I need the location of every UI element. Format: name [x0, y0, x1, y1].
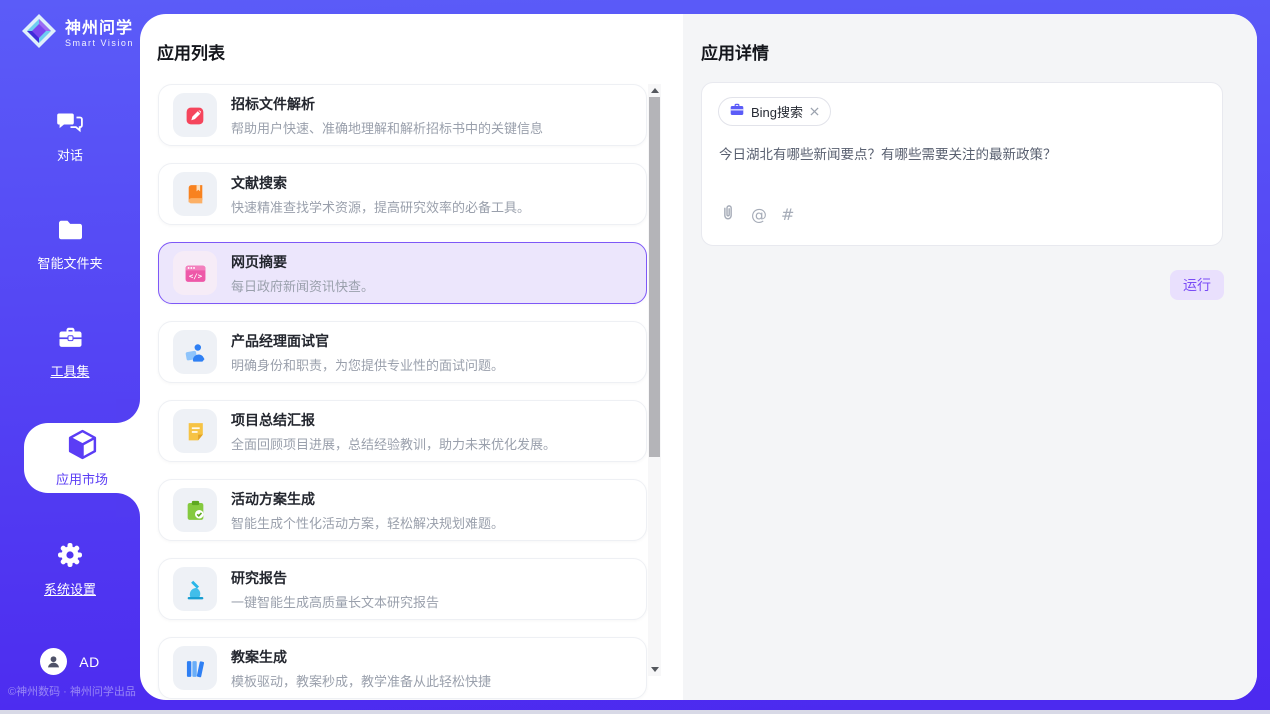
sidebar-item-label: 应用市场 — [56, 469, 108, 488]
app-name: 文献搜索 — [231, 173, 530, 193]
sidebar-item-smart-folder[interactable]: 智能文件夹 — [0, 218, 140, 272]
brand-title: 神州问学 — [65, 20, 134, 38]
gear-icon — [57, 542, 83, 573]
sidebar-item-label: 智能文件夹 — [37, 253, 102, 272]
close-icon[interactable] — [810, 107, 819, 116]
app-detail-panel: 应用详情 Bing搜索 今日湖北有哪些新闻要点？有哪些需要关注的最新政策？ — [683, 14, 1257, 700]
app-description: 模板驱动，教案秒成，教学准备从此轻松快捷 — [231, 671, 491, 690]
attachment-icon[interactable] — [719, 202, 737, 227]
app-name: 研究报告 — [231, 568, 439, 588]
app-list: 招标文件解析 帮助用户快速、准确地理解和解析招标书中的关键信息 文献搜索 快速精… — [158, 84, 647, 699]
app-detail-title: 应用详情 — [701, 39, 769, 64]
app-card[interactable]: 项目总结汇报 全面回顾项目进展，总结经验教训，助力未来优化发展。 — [158, 400, 647, 462]
run-button[interactable]: 运行 — [1170, 270, 1224, 300]
app-card[interactable]: 活动方案生成 智能生成个性化活动方案，轻松解决规划难题。 — [158, 479, 647, 541]
app-description: 每日政府新闻资讯快查。 — [231, 276, 374, 295]
sidebar-item-label: 对话 — [57, 145, 83, 164]
browser-code-icon: </> — [173, 251, 217, 295]
toolbox-icon — [57, 325, 84, 355]
app-name: 教案生成 — [231, 647, 491, 667]
book-icon — [173, 172, 217, 216]
clipboard-check-icon — [173, 488, 217, 532]
sidebar-item-toolset[interactable]: 工具集 — [0, 325, 140, 380]
app-description: 全面回顾项目进展，总结经验教训，助力未来优化发展。 — [231, 434, 556, 453]
scroll-up-icon[interactable] — [651, 88, 659, 93]
svg-text:</>: </> — [188, 271, 202, 280]
prompt-input[interactable]: 今日湖北有哪些新闻要点？有哪些需要关注的最新政策？ — [719, 145, 1206, 165]
avatar — [40, 648, 67, 675]
logo-diamond-icon — [20, 12, 58, 55]
app-description: 智能生成个性化活动方案，轻松解决规划难题。 — [231, 513, 504, 532]
chat-icon — [57, 109, 84, 139]
app-name: 产品经理面试官 — [231, 331, 504, 351]
selected-bubble-fillet-top — [116, 399, 140, 423]
app-window: 神州问学 Smart Vision 对话 智能文件夹 — [0, 0, 1270, 714]
brand-subtitle: Smart Vision — [65, 38, 134, 48]
tool-tag-label: Bing搜索 — [751, 102, 803, 121]
sidebar-item-chat[interactable]: 对话 — [0, 109, 140, 164]
app-name: 招标文件解析 — [231, 94, 543, 114]
app-card[interactable]: 文献搜索 快速精准查找学术资源，提高研究效率的必备工具。 — [158, 163, 647, 225]
mention-icon[interactable]: @ — [751, 205, 767, 224]
sidebar-item-app-market[interactable]: 应用市场 — [24, 423, 140, 493]
app-description: 明确身份和职责，为您提供专业性的面试问题。 — [231, 355, 504, 374]
app-card[interactable]: 招标文件解析 帮助用户快速、准确地理解和解析招标书中的关键信息 — [158, 84, 647, 146]
hashtag-icon[interactable]: # — [781, 205, 794, 224]
person-icon — [45, 653, 62, 670]
main-panel: 应用列表 招标文件解析 帮助用户快速、准确地理解和解析招标书中的关键信息 文献搜… — [140, 14, 1257, 700]
brand-logo: 神州问学 Smart Vision — [20, 12, 134, 55]
app-description: 快速精准查找学术资源，提高研究效率的必备工具。 — [231, 197, 530, 216]
selected-bubble-fillet-bottom — [116, 493, 140, 517]
briefcase-icon — [730, 103, 744, 121]
folder-icon — [57, 218, 84, 247]
app-list-scrollbar[interactable] — [648, 84, 661, 676]
app-description: 帮助用户快速、准确地理解和解析招标书中的关键信息 — [231, 118, 543, 137]
scroll-down-icon[interactable] — [651, 667, 659, 672]
sidebar-item-label: 工具集 — [50, 361, 89, 380]
app-card[interactable]: </> 网页摘要 每日政府新闻资讯快查。 — [158, 242, 647, 304]
books-icon — [173, 646, 217, 690]
microscope-icon — [173, 567, 217, 611]
sidebar-item-settings[interactable]: 系统设置 — [0, 542, 140, 598]
prompt-card: Bing搜索 今日湖北有哪些新闻要点？有哪些需要关注的最新政策？ @ # — [701, 82, 1223, 246]
user-name: AD — [79, 654, 99, 670]
sidebar-item-label: 系统设置 — [44, 579, 96, 598]
app-card[interactable]: 教案生成 模板驱动，教案秒成，教学准备从此轻松快捷 — [158, 637, 647, 699]
note-icon — [173, 409, 217, 453]
interviewer-icon — [173, 330, 217, 374]
user-account[interactable]: AD — [0, 648, 140, 675]
app-card[interactable]: 产品经理面试官 明确身份和职责，为您提供专业性的面试问题。 — [158, 321, 647, 383]
scrollbar-thumb[interactable] — [649, 97, 660, 457]
sidebar-footer: ©神州数码 · 神州问学出品 — [8, 683, 140, 699]
app-card[interactable]: 研究报告 一键智能生成高质量长文本研究报告 — [158, 558, 647, 620]
sidebar: 神州问学 Smart Vision 对话 智能文件夹 — [0, 0, 140, 714]
tool-tag-bing-search[interactable]: Bing搜索 — [718, 97, 831, 126]
app-list-title: 应用列表 — [157, 39, 225, 64]
app-name: 活动方案生成 — [231, 489, 504, 509]
bid-edit-icon — [173, 93, 217, 137]
prompt-toolbar: @ # — [719, 202, 794, 227]
cube-icon — [67, 428, 98, 466]
bottom-edge — [0, 710, 1270, 714]
app-name: 网页摘要 — [231, 252, 374, 272]
app-name: 项目总结汇报 — [231, 410, 556, 430]
app-description: 一键智能生成高质量长文本研究报告 — [231, 592, 439, 611]
